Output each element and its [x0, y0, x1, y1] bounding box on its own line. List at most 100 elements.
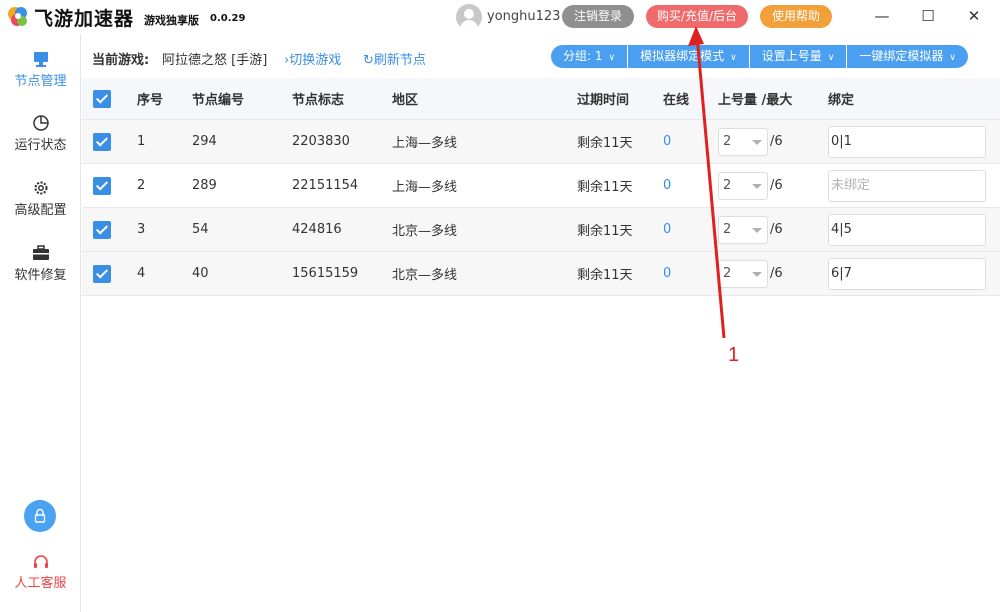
- gear-icon: [34, 181, 47, 195]
- emulator-mode-label: 模拟器绑定模式: [640, 49, 725, 63]
- bind-all-dropdown[interactable]: 一键绑定模拟器 ∨: [847, 45, 968, 68]
- bind-input[interactable]: [828, 257, 986, 290]
- sidebar-item-label: 节点管理: [14, 74, 67, 89]
- sidebar: 节点管理 运行状态 高级配置 软件修复 人工客服: [0, 34, 81, 612]
- row-node-id: 289: [192, 178, 217, 193]
- row-index: 3: [137, 222, 146, 237]
- row-expire: 剩余11天: [577, 224, 633, 239]
- table-row: 4 40 15615159 北京—多线 剩余11天 0 2 /6: [82, 252, 1000, 296]
- row-online: 0: [663, 222, 672, 237]
- dropdown-arrow-icon: [752, 227, 762, 233]
- info-bar: 当前游戏: 阿拉德之怒 [手游] ›切换游戏 ↻刷新节点 分组: 1 ∨ 模拟器绑…: [82, 34, 1000, 78]
- row-index: 1: [137, 134, 146, 149]
- app-window: 飞游加速器 游戏独享版 0.0.29 yonghu123 注销登录 购买/充值/…: [0, 0, 1000, 612]
- refresh-nodes-label: 刷新节点: [373, 53, 426, 68]
- buy-recharge-button[interactable]: 购买/充值/后台: [646, 5, 748, 28]
- row-checkbox[interactable]: [93, 176, 111, 195]
- node-table: 序号 节点编号 节点标志 地区 过期时间 在线 上号量 /最大 绑定 1 294…: [82, 78, 1000, 296]
- quota-value: 2: [723, 221, 732, 237]
- header-quota: 上号量 /最大: [718, 93, 793, 108]
- current-game-name: 阿拉德之怒 [手游]: [162, 53, 268, 68]
- quota-max: /6: [770, 178, 783, 193]
- lock-button[interactable]: [24, 500, 56, 532]
- sidebar-item-advanced-config[interactable]: 高级配置: [0, 173, 81, 229]
- avatar[interactable]: [456, 4, 482, 30]
- set-quota-label: 设置上号量: [761, 49, 822, 63]
- row-index: 2: [137, 178, 146, 193]
- row-node-id: 294: [192, 134, 217, 149]
- group-dropdown[interactable]: 分组: 1 ∨: [551, 45, 629, 68]
- username: yonghu123: [487, 9, 561, 24]
- refresh-nodes-link[interactable]: ↻刷新节点: [363, 49, 426, 68]
- bind-input[interactable]: [828, 125, 986, 158]
- header-region: 地区: [392, 93, 419, 108]
- monitor-icon: [33, 52, 48, 67]
- table-row: 1 294 2203830 上海—多线 剩余11天 0 2 /6: [82, 120, 1000, 164]
- table-row: 3 54 424816 北京—多线 剩余11天 0 2 /6: [82, 208, 1000, 252]
- select-all-checkbox[interactable]: [93, 89, 111, 108]
- emulator-mode-dropdown[interactable]: 模拟器绑定模式 ∨: [628, 45, 750, 68]
- chevron-down-icon: ∨: [730, 53, 737, 63]
- row-node-tag: 22151154: [292, 178, 359, 193]
- app-name: 飞游加速器: [34, 8, 135, 30]
- toolbar: 分组: 1 ∨ 模拟器绑定模式 ∨ 设置上号量 ∨ 一键绑定模拟器 ∨: [551, 45, 968, 68]
- sidebar-item-software-repair[interactable]: 软件修复: [0, 238, 81, 294]
- dropdown-arrow-icon: [752, 139, 762, 145]
- chevron-down-icon: ∨: [827, 53, 835, 63]
- quota-value: 2: [723, 177, 732, 193]
- app-edition: 游戏独享版: [144, 14, 199, 27]
- row-checkbox[interactable]: [93, 220, 111, 239]
- row-checkbox[interactable]: [93, 132, 111, 151]
- table-row: 2 289 22151154 上海—多线 剩余11天 0 2 /6: [82, 164, 1000, 208]
- sidebar-item-label: 软件修复: [14, 268, 67, 283]
- switch-game-label: 切换游戏: [289, 53, 342, 68]
- logout-button[interactable]: 注销登录: [562, 5, 634, 28]
- row-region: 上海—多线: [392, 136, 458, 151]
- row-index: 4: [137, 266, 146, 281]
- row-region: 上海—多线: [392, 180, 458, 195]
- row-region: 北京—多线: [392, 268, 458, 283]
- row-expire: 剩余11天: [577, 136, 633, 151]
- row-online: 0: [663, 134, 672, 149]
- chevron-down-icon: ∨: [608, 53, 616, 63]
- customer-support[interactable]: 人工客服: [0, 554, 81, 591]
- row-node-id: 54: [192, 222, 209, 237]
- row-online: 0: [663, 266, 672, 281]
- row-online: 0: [663, 178, 672, 193]
- dropdown-arrow-icon: [752, 183, 762, 189]
- dropdown-arrow-icon: [752, 271, 762, 277]
- group-label: 分组: 1: [563, 49, 603, 63]
- quota-select[interactable]: 2: [718, 171, 768, 200]
- minimize-button[interactable]: —: [860, 0, 904, 32]
- table-header: 序号 节点编号 节点标志 地区 过期时间 在线 上号量 /最大 绑定: [82, 78, 1000, 120]
- switch-game-link[interactable]: ›切换游戏: [284, 49, 341, 68]
- sidebar-item-label: 运行状态: [14, 138, 67, 153]
- header-online: 在线: [663, 93, 690, 108]
- bind-input[interactable]: [828, 213, 986, 246]
- annotation-number: 1: [728, 344, 740, 366]
- header-bind: 绑定: [828, 93, 855, 108]
- header-index: 序号: [137, 93, 164, 108]
- refresh-icon: ↻: [363, 53, 374, 68]
- row-checkbox[interactable]: [93, 264, 111, 283]
- maximize-button[interactable]: ☐: [906, 0, 950, 32]
- quota-value: 2: [723, 133, 732, 149]
- pie-chart-icon: [32, 115, 49, 131]
- set-quota-dropdown[interactable]: 设置上号量 ∨: [749, 45, 848, 68]
- bind-input[interactable]: [828, 169, 986, 202]
- help-button[interactable]: 使用帮助: [760, 5, 832, 28]
- quota-select[interactable]: 2: [718, 127, 768, 156]
- app-version: 0.0.29: [210, 13, 246, 24]
- quota-select[interactable]: 2: [718, 259, 768, 288]
- quota-select[interactable]: 2: [718, 215, 768, 244]
- header-expire: 过期时间: [577, 93, 630, 108]
- row-region: 北京—多线: [392, 224, 458, 239]
- app-logo-icon: [8, 7, 27, 26]
- sidebar-item-run-status[interactable]: 运行状态: [0, 108, 81, 164]
- row-expire: 剩余11天: [577, 180, 633, 195]
- title-bar: 飞游加速器 游戏独享版 0.0.29 yonghu123 注销登录 购买/充值/…: [0, 0, 1000, 34]
- sidebar-item-label: 高级配置: [14, 203, 67, 218]
- sidebar-item-node-management[interactable]: 节点管理: [0, 44, 81, 100]
- close-button[interactable]: ✕: [952, 0, 996, 32]
- row-node-tag: 15615159: [292, 266, 359, 281]
